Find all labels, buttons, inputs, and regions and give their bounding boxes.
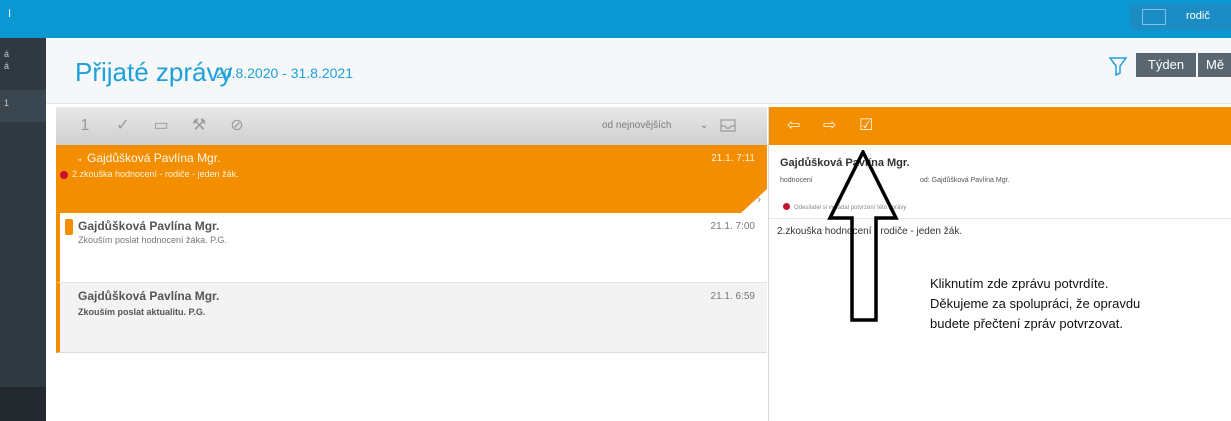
- inbox-icon[interactable]: [719, 116, 737, 134]
- badge-icon: [65, 219, 73, 235]
- block-icon[interactable]: ⊘: [228, 117, 246, 135]
- detail-type: hodnocení: [780, 177, 813, 184]
- page-title: Přijaté zprávy: [75, 57, 233, 87]
- annotation-line: Kliknutím zde zprávu potvrdíte.: [930, 276, 1109, 291]
- number-one-icon[interactable]: 1: [76, 117, 94, 135]
- comment-icon[interactable]: ▭: [152, 117, 170, 135]
- chevron-right-icon: ›: [757, 194, 761, 206]
- message-subject: Zkouším poslat hodnocení žáka. P.G.: [78, 235, 227, 245]
- wrench-icon[interactable]: ⚒: [190, 117, 208, 135]
- message-time: 21.1. 6:59: [710, 291, 755, 302]
- user-role: rodič: [1186, 10, 1210, 22]
- annotation-line: Děkujeme za spolupráci, že opravdu: [930, 296, 1141, 311]
- sidebar-footer: [0, 387, 46, 421]
- detail-toolbar: ⇦ ⇨ ☑: [769, 107, 1231, 145]
- detail-from: od: Gajdůšková Pavlína Mgr.: [920, 177, 1010, 184]
- forward-icon[interactable]: ⇨: [823, 117, 843, 135]
- user-icon: [1142, 9, 1166, 25]
- sort-dropdown[interactable]: od nejnovějších: [602, 120, 672, 131]
- message-list-pane: 1 ✓ ▭ ⚒ ⊘ od nejnovějších ⌄ „ Gajdůšková…: [56, 107, 767, 421]
- annotation-text: Kliknutím zde zprávu potvrdíte. Děkujeme…: [930, 274, 1220, 334]
- quote-icon: „: [78, 152, 82, 163]
- message-subject: Zkouším poslat aktualitu. P.G.: [78, 307, 206, 317]
- chevron-down-icon[interactable]: ⌄: [700, 120, 708, 131]
- sidebar: á á 1: [0, 38, 46, 421]
- unconfirmed-dot-icon: [783, 203, 790, 210]
- message-sender: Gajdůšková Pavlína Mgr.: [87, 151, 221, 165]
- date-range: 20.8.2020 - 31.8.2021: [216, 65, 354, 81]
- filter-icon[interactable]: [1109, 56, 1127, 76]
- message-time: 21.1. 7:00: [710, 221, 755, 232]
- main-area: Přijaté zprávy 20.8.2020 - 31.8.2021 Týd…: [46, 38, 1231, 421]
- message-item[interactable]: Gajdůšková Pavlína Mgr. 21.1. 7:00 Zkouš…: [56, 213, 767, 283]
- message-subject: 2.zkouška hodnocení - rodiče - jeden žák…: [72, 169, 239, 179]
- message-item[interactable]: Gajdůšková Pavlína Mgr. 21.1. 6:59 Zkouš…: [56, 283, 767, 353]
- week-button[interactable]: Týden: [1136, 53, 1196, 77]
- unconfirmed-dot-icon: [60, 171, 68, 179]
- annotation-line: budete přečtení zpráv potvrzovat.: [930, 316, 1123, 331]
- confirm-read-icon[interactable]: ☑: [859, 117, 879, 135]
- sidebar-text-top: á á: [4, 49, 10, 71]
- reply-icon[interactable]: ⇦: [787, 117, 807, 135]
- sidebar-text-mid: 1: [4, 98, 10, 108]
- message-time: 21.1. 7:11: [711, 153, 755, 164]
- user-box[interactable]: rodič: [1130, 4, 1231, 30]
- page-header: Přijaté zprávy 20.8.2020 - 31.8.2021 Týd…: [46, 38, 1231, 104]
- annotation-arrow-icon: [827, 150, 899, 322]
- list-toolbar: 1 ✓ ▭ ⚒ ⊘ od nejnovějších ⌄: [56, 107, 767, 145]
- top-left-mark: I: [8, 8, 12, 20]
- message-sender: Gajdůšková Pavlína Mgr.: [78, 289, 220, 303]
- check-icon[interactable]: ✓: [114, 117, 132, 135]
- message-item[interactable]: „ Gajdůšková Pavlína Mgr. 21.1. 7:11 2.z…: [56, 145, 767, 213]
- selection-corner: [741, 189, 767, 213]
- top-bar: I rodič: [0, 0, 1231, 38]
- message-sender: Gajdůšková Pavlína Mgr.: [78, 219, 220, 233]
- month-button[interactable]: Mě: [1198, 53, 1231, 77]
